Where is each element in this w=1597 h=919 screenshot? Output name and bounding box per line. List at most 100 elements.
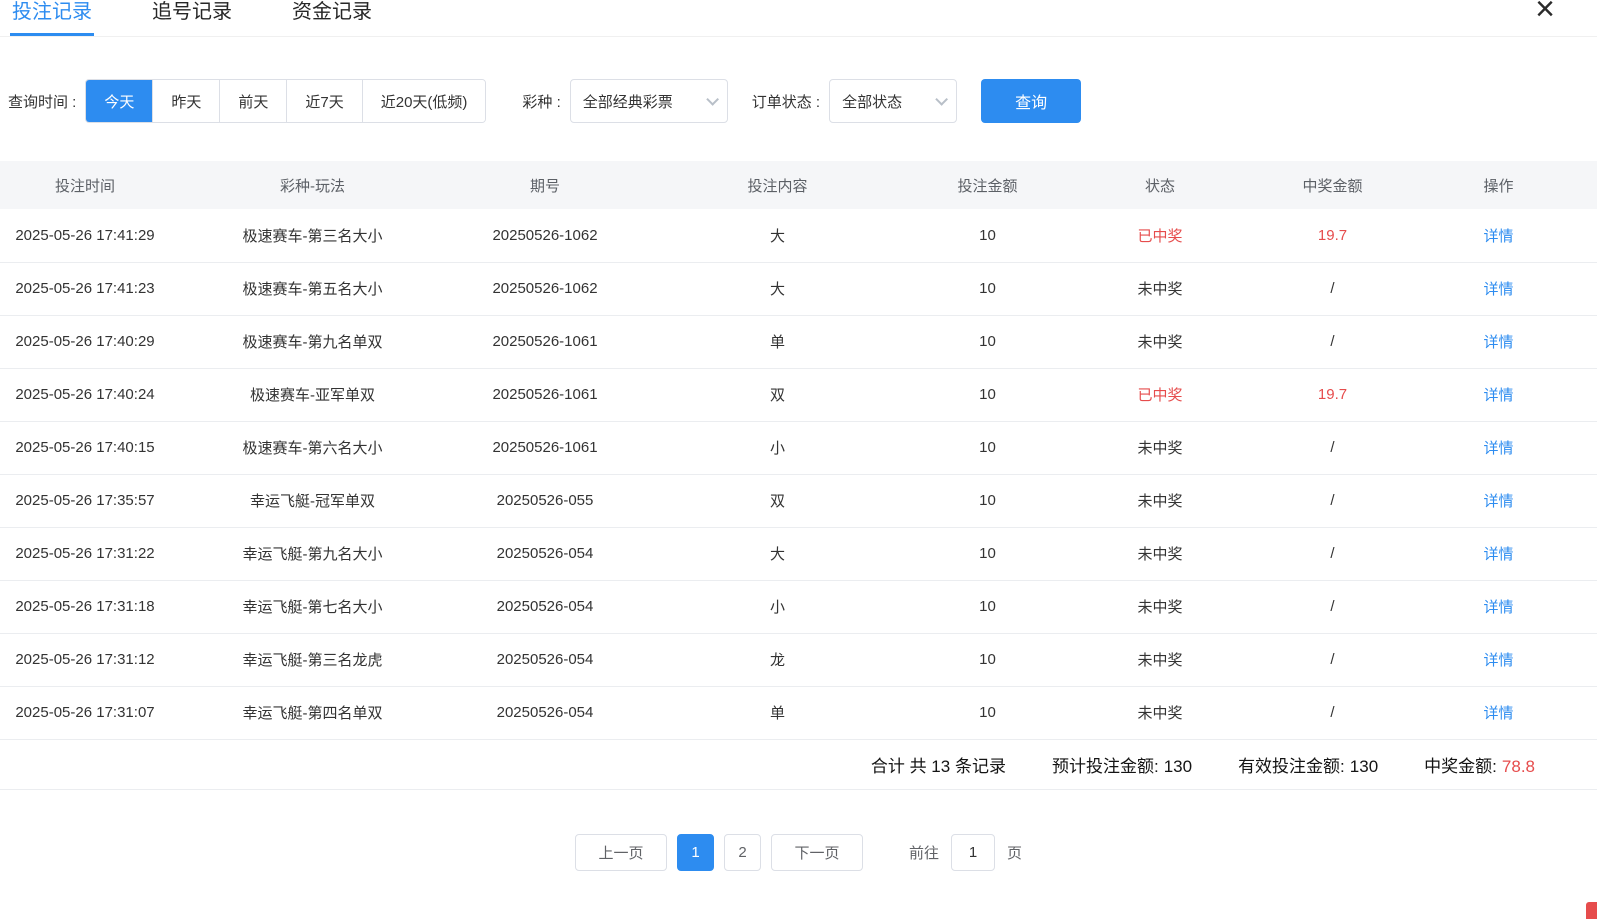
cell-action: 详情 (1400, 633, 1597, 686)
cell-game-play: 幸运飞艇-第七名大小 (170, 580, 455, 633)
cell-action: 详情 (1400, 421, 1597, 474)
goto-suffix-label: 页 (1007, 842, 1022, 863)
goto-page-input[interactable] (951, 834, 995, 871)
detail-link[interactable]: 详情 (1483, 334, 1513, 351)
cell-bet-time: 2025-05-26 17:40:29 (0, 315, 170, 368)
cell-bet-amount: 10 (920, 315, 1055, 368)
cell-bet-amount: 10 (920, 209, 1055, 262)
detail-link[interactable]: 详情 (1483, 493, 1513, 510)
cell-bet-time: 2025-05-26 17:31:12 (0, 633, 170, 686)
page-number-button[interactable]: 2 (724, 834, 761, 871)
table-row: 2025-05-26 17:40:24 极速赛车-亚军单双 20250526-1… (0, 368, 1597, 421)
goto-label: 前往 (909, 842, 939, 863)
column-header: 彩种-玩法 (170, 161, 455, 209)
cell-action: 详情 (1400, 368, 1597, 421)
time-filter-option[interactable]: 近7天 (286, 80, 361, 122)
tab[interactable]: 资金记录 (290, 0, 374, 36)
cell-bet-content: 单 (635, 315, 920, 368)
time-filter-group: 今天 昨天 前天 近7天 近20天(低频) (85, 79, 486, 123)
order-status-filter-label: 订单状态 : (752, 91, 820, 112)
cell-bet-time: 2025-05-26 17:31:07 (0, 686, 170, 739)
cell-action: 详情 (1400, 527, 1597, 580)
column-header: 投注金额 (920, 161, 1055, 209)
cell-game-play: 极速赛车-第九名单双 (170, 315, 455, 368)
goto-page-group: 前往 页 (909, 834, 1022, 871)
cell-bet-time: 2025-05-26 17:40:15 (0, 421, 170, 474)
cell-game-play: 极速赛车-第五名大小 (170, 262, 455, 315)
cell-bet-amount: 10 (920, 686, 1055, 739)
time-filter-option[interactable]: 近20天(低频) (362, 80, 486, 122)
cell-bet-amount: 10 (920, 474, 1055, 527)
cell-bet-content: 龙 (635, 633, 920, 686)
cell-win-amount: / (1265, 315, 1400, 368)
prev-page-button[interactable]: 上一页 (575, 834, 667, 871)
cell-win-amount: / (1265, 633, 1400, 686)
tab[interactable]: 投注记录 (10, 0, 94, 36)
cell-bet-content: 双 (635, 368, 920, 421)
time-filter-option[interactable]: 昨天 (152, 80, 219, 122)
cell-bet-amount: 10 (920, 633, 1055, 686)
detail-link[interactable]: 详情 (1483, 281, 1513, 298)
cell-issue-number: 20250526-055 (455, 474, 635, 527)
tab[interactable]: 追号记录 (150, 0, 234, 36)
cell-action: 详情 (1400, 580, 1597, 633)
cell-win-amount: / (1265, 421, 1400, 474)
chevron-down-icon (706, 93, 719, 106)
cell-action: 详情 (1400, 209, 1597, 262)
close-icon[interactable]: × (1535, 0, 1555, 26)
cell-win-amount: / (1265, 474, 1400, 527)
time-filter-option[interactable]: 前天 (219, 80, 286, 122)
detail-link[interactable]: 详情 (1483, 440, 1513, 457)
cell-action: 详情 (1400, 474, 1597, 527)
cell-bet-amount: 10 (920, 421, 1055, 474)
page-number-button[interactable]: 1 (677, 834, 714, 871)
cell-bet-time: 2025-05-26 17:31:22 (0, 527, 170, 580)
cell-win-amount: 19.7 (1265, 209, 1400, 262)
detail-link[interactable]: 详情 (1483, 652, 1513, 669)
detail-link[interactable]: 详情 (1483, 599, 1513, 616)
summary-expected-value: 130 (1164, 757, 1192, 776)
cell-win-amount: 19.7 (1265, 368, 1400, 421)
time-filter-option-label: 昨天 (171, 91, 201, 112)
next-page-button[interactable]: 下一页 (771, 834, 863, 871)
detail-link[interactable]: 详情 (1483, 705, 1513, 722)
cell-action: 详情 (1400, 315, 1597, 368)
cell-game-play: 幸运飞艇-第四名单双 (170, 686, 455, 739)
table-row: 2025-05-26 17:40:15 极速赛车-第六名大小 20250526-… (0, 421, 1597, 474)
cell-issue-number: 20250526-1061 (455, 368, 635, 421)
detail-link[interactable]: 详情 (1483, 546, 1513, 563)
time-filter-option-label: 今天 (104, 91, 134, 112)
lottery-select[interactable]: 全部经典彩票 (570, 79, 728, 123)
cell-bet-content: 双 (635, 474, 920, 527)
order-status-select[interactable]: 全部状态 (829, 79, 957, 123)
cell-game-play: 幸运飞艇-第九名大小 (170, 527, 455, 580)
cell-status: 未中奖 (1055, 262, 1265, 315)
cell-status: 未中奖 (1055, 580, 1265, 633)
table-row: 2025-05-26 17:31:18 幸运飞艇-第七名大小 20250526-… (0, 580, 1597, 633)
filter-bar: 查询时间 : 今天 昨天 前天 近7天 近20天 (8, 79, 1597, 123)
cell-win-amount: / (1265, 686, 1400, 739)
time-filter-option-label: 近20天(低频) (381, 91, 468, 112)
floating-widget-fragment[interactable] (1586, 902, 1597, 919)
detail-link[interactable]: 详情 (1483, 228, 1513, 245)
time-filter-option[interactable]: 今天 (86, 80, 152, 122)
table-header-row: 投注时间 彩种-玩法 期号 投注内容 投注金额 状态 中奖金额 操作 (0, 161, 1597, 209)
column-header: 状态 (1055, 161, 1265, 209)
column-header: 中奖金额 (1265, 161, 1400, 209)
table-row: 2025-05-26 17:35:57 幸运飞艇-冠军单双 20250526-0… (0, 474, 1597, 527)
column-header: 操作 (1400, 161, 1597, 209)
time-filter-label: 查询时间 : (8, 91, 76, 112)
cell-issue-number: 20250526-054 (455, 580, 635, 633)
summary-total: 合计 共 13 条记录 (871, 752, 1006, 777)
column-header: 投注时间 (0, 161, 170, 209)
detail-link[interactable]: 详情 (1483, 387, 1513, 404)
tab-list: 投注记录 追号记录 资金记录 (10, 0, 430, 36)
cell-win-amount: / (1265, 527, 1400, 580)
cell-bet-time: 2025-05-26 17:40:24 (0, 368, 170, 421)
cell-bet-amount: 10 (920, 580, 1055, 633)
cell-action: 详情 (1400, 262, 1597, 315)
search-button[interactable]: 查询 (981, 79, 1081, 123)
table-row: 2025-05-26 17:41:23 极速赛车-第五名大小 20250526-… (0, 262, 1597, 315)
cell-bet-content: 大 (635, 209, 920, 262)
cell-win-amount: / (1265, 580, 1400, 633)
